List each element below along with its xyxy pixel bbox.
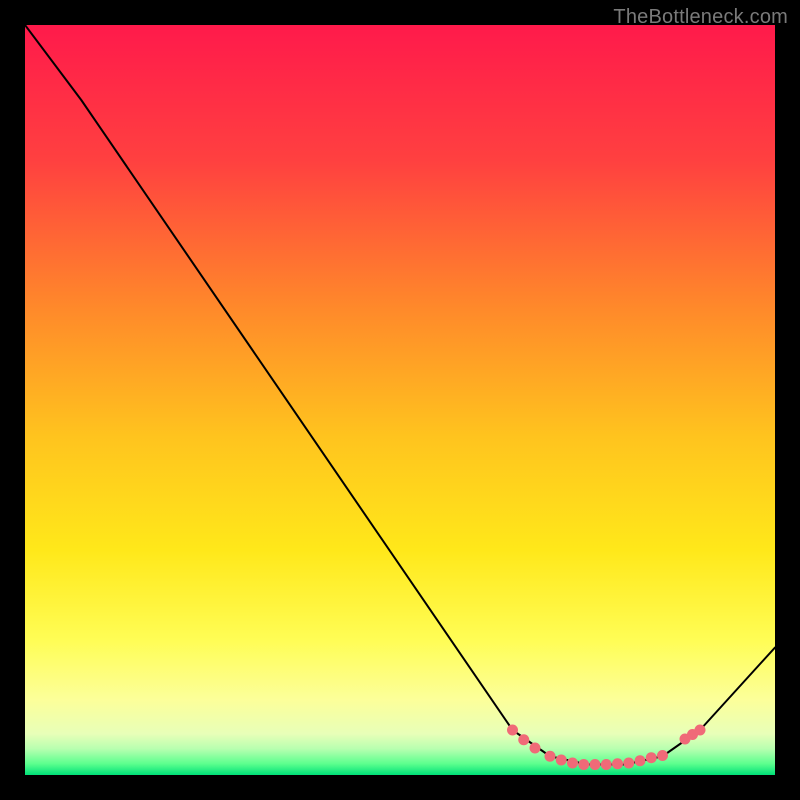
marker-dot — [695, 725, 706, 736]
marker-dot — [612, 758, 623, 769]
marker-dot — [567, 758, 578, 769]
marker-dot — [623, 758, 634, 769]
marker-dot — [530, 743, 541, 754]
plot-area — [25, 25, 775, 775]
marker-dot — [646, 752, 657, 763]
marker-dot — [507, 725, 518, 736]
marker-dot — [545, 751, 556, 762]
chart-svg — [25, 25, 775, 775]
gradient-background — [25, 25, 775, 775]
marker-dot — [556, 755, 567, 766]
marker-dot — [590, 759, 601, 770]
marker-dot — [601, 759, 612, 770]
marker-dot — [635, 755, 646, 766]
marker-dot — [518, 734, 529, 745]
chart-stage: TheBottleneck.com — [0, 0, 800, 800]
marker-dot — [657, 750, 668, 761]
marker-dot — [578, 759, 589, 770]
